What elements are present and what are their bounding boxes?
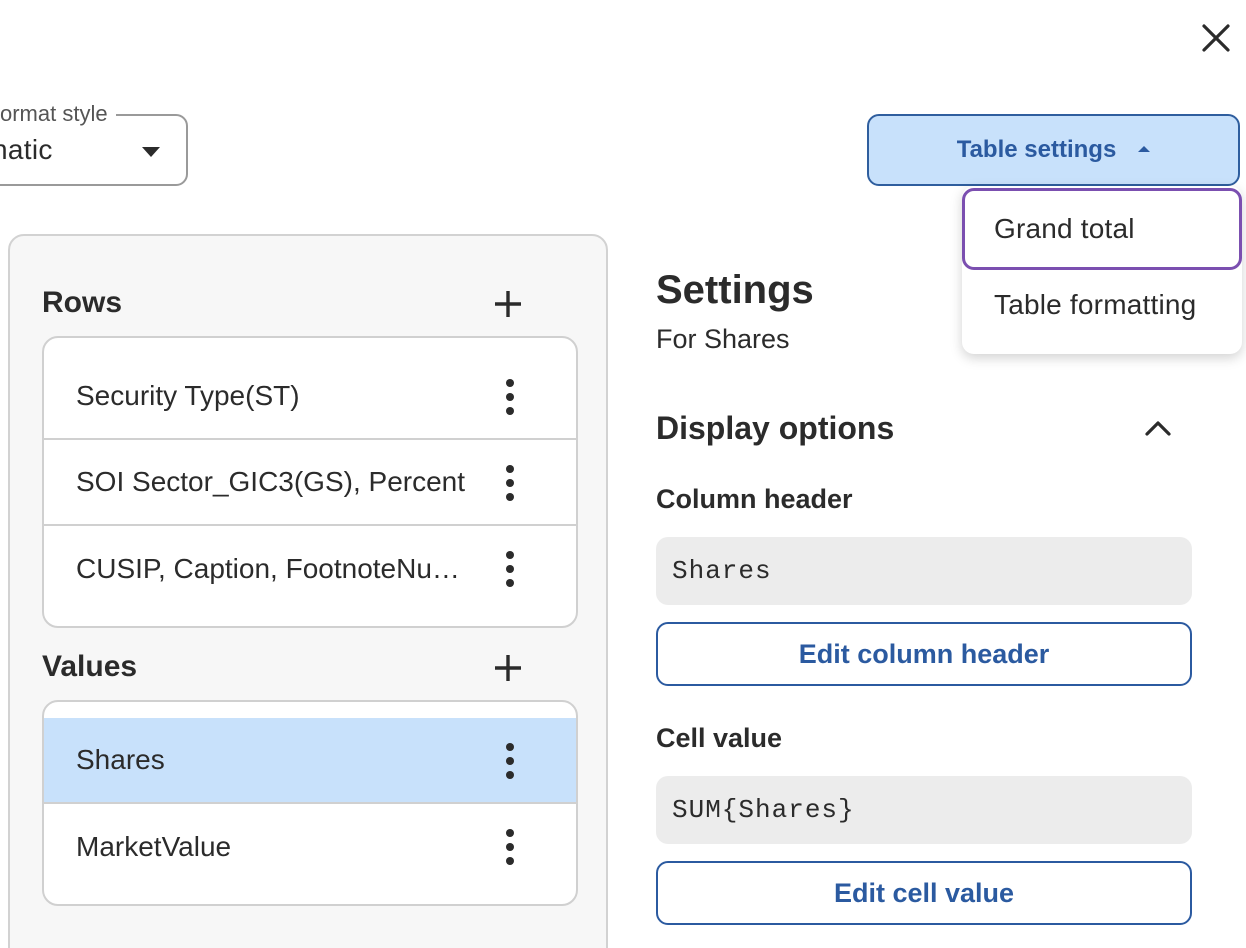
edit-cell-value-button[interactable]: Edit cell value — [656, 861, 1192, 925]
menu-item-grand-total[interactable]: Grand total — [962, 188, 1242, 270]
table-settings-menu: Grand total Table formatting — [962, 186, 1242, 354]
settings-title: Settings — [656, 268, 814, 312]
collapse-display-options-button[interactable] — [1140, 412, 1176, 444]
rows-title: Rows — [42, 286, 123, 319]
plus-icon — [495, 655, 521, 681]
pivot-settings-page: ormat style natic Table settings Grand t… — [0, 0, 1246, 948]
format-style-value: natic — [0, 134, 53, 165]
close-icon — [1202, 24, 1230, 52]
dropdown-caret-icon — [142, 147, 160, 157]
values-list: Shares MarketValue — [42, 700, 578, 906]
rows-list: Security Type(ST) SOI Sector_GIC3(GS), P… — [42, 336, 578, 628]
table-settings-label: Table settings — [956, 136, 1117, 163]
list-item[interactable]: Security Type(ST) — [44, 354, 576, 440]
menu-item-label: Grand total — [994, 213, 1135, 244]
cell-value-field: SUM{Shares} — [656, 776, 1192, 844]
list-item-label: SOI Sector_GIC3(GS), Percent — [76, 466, 466, 497]
list-item-label: MarketValue — [76, 831, 232, 862]
more-options-icon[interactable] — [494, 551, 526, 587]
format-style-label: ormat style — [0, 100, 116, 128]
chevron-up-icon — [1145, 421, 1171, 436]
list-item-label: Security Type(ST) — [76, 380, 300, 411]
more-options-icon[interactable] — [494, 465, 526, 501]
settings-subtitle: For Shares — [656, 324, 790, 354]
plus-icon — [495, 291, 521, 317]
list-item[interactable]: CUSIP, Caption, FootnoteNumber — [44, 526, 576, 612]
list-item[interactable]: SOI Sector_GIC3(GS), Percent — [44, 440, 576, 526]
display-options-title: Display options — [656, 410, 895, 446]
list-item[interactable]: Shares — [44, 718, 576, 804]
table-settings-button[interactable]: Table settings — [867, 114, 1240, 186]
more-options-icon[interactable] — [494, 743, 526, 779]
list-item-label: CUSIP, Caption, FootnoteNumber — [76, 553, 466, 584]
more-options-icon[interactable] — [494, 829, 526, 865]
cell-value-label: Cell value — [656, 723, 783, 753]
column-header-field: Shares — [656, 537, 1192, 605]
more-options-icon[interactable] — [494, 379, 526, 415]
close-button[interactable] — [1192, 14, 1240, 62]
values-title: Values — [42, 650, 138, 683]
menu-item-label: Table formatting — [994, 289, 1197, 320]
column-header-label: Column header — [656, 484, 853, 514]
fields-panel: Rows Security Type(ST) SOI Sector_GIC3(G… — [8, 234, 608, 948]
add-value-button[interactable] — [488, 648, 528, 688]
add-row-button[interactable] — [488, 284, 528, 324]
caret-up-icon — [1138, 146, 1151, 152]
list-item[interactable]: MarketValue — [44, 804, 576, 890]
list-item-label: Shares — [76, 744, 165, 775]
edit-column-header-button[interactable]: Edit column header — [656, 622, 1192, 686]
menu-item-table-formatting[interactable]: Table formatting — [962, 264, 1242, 346]
format-style-select[interactable]: ormat style natic — [0, 100, 188, 186]
